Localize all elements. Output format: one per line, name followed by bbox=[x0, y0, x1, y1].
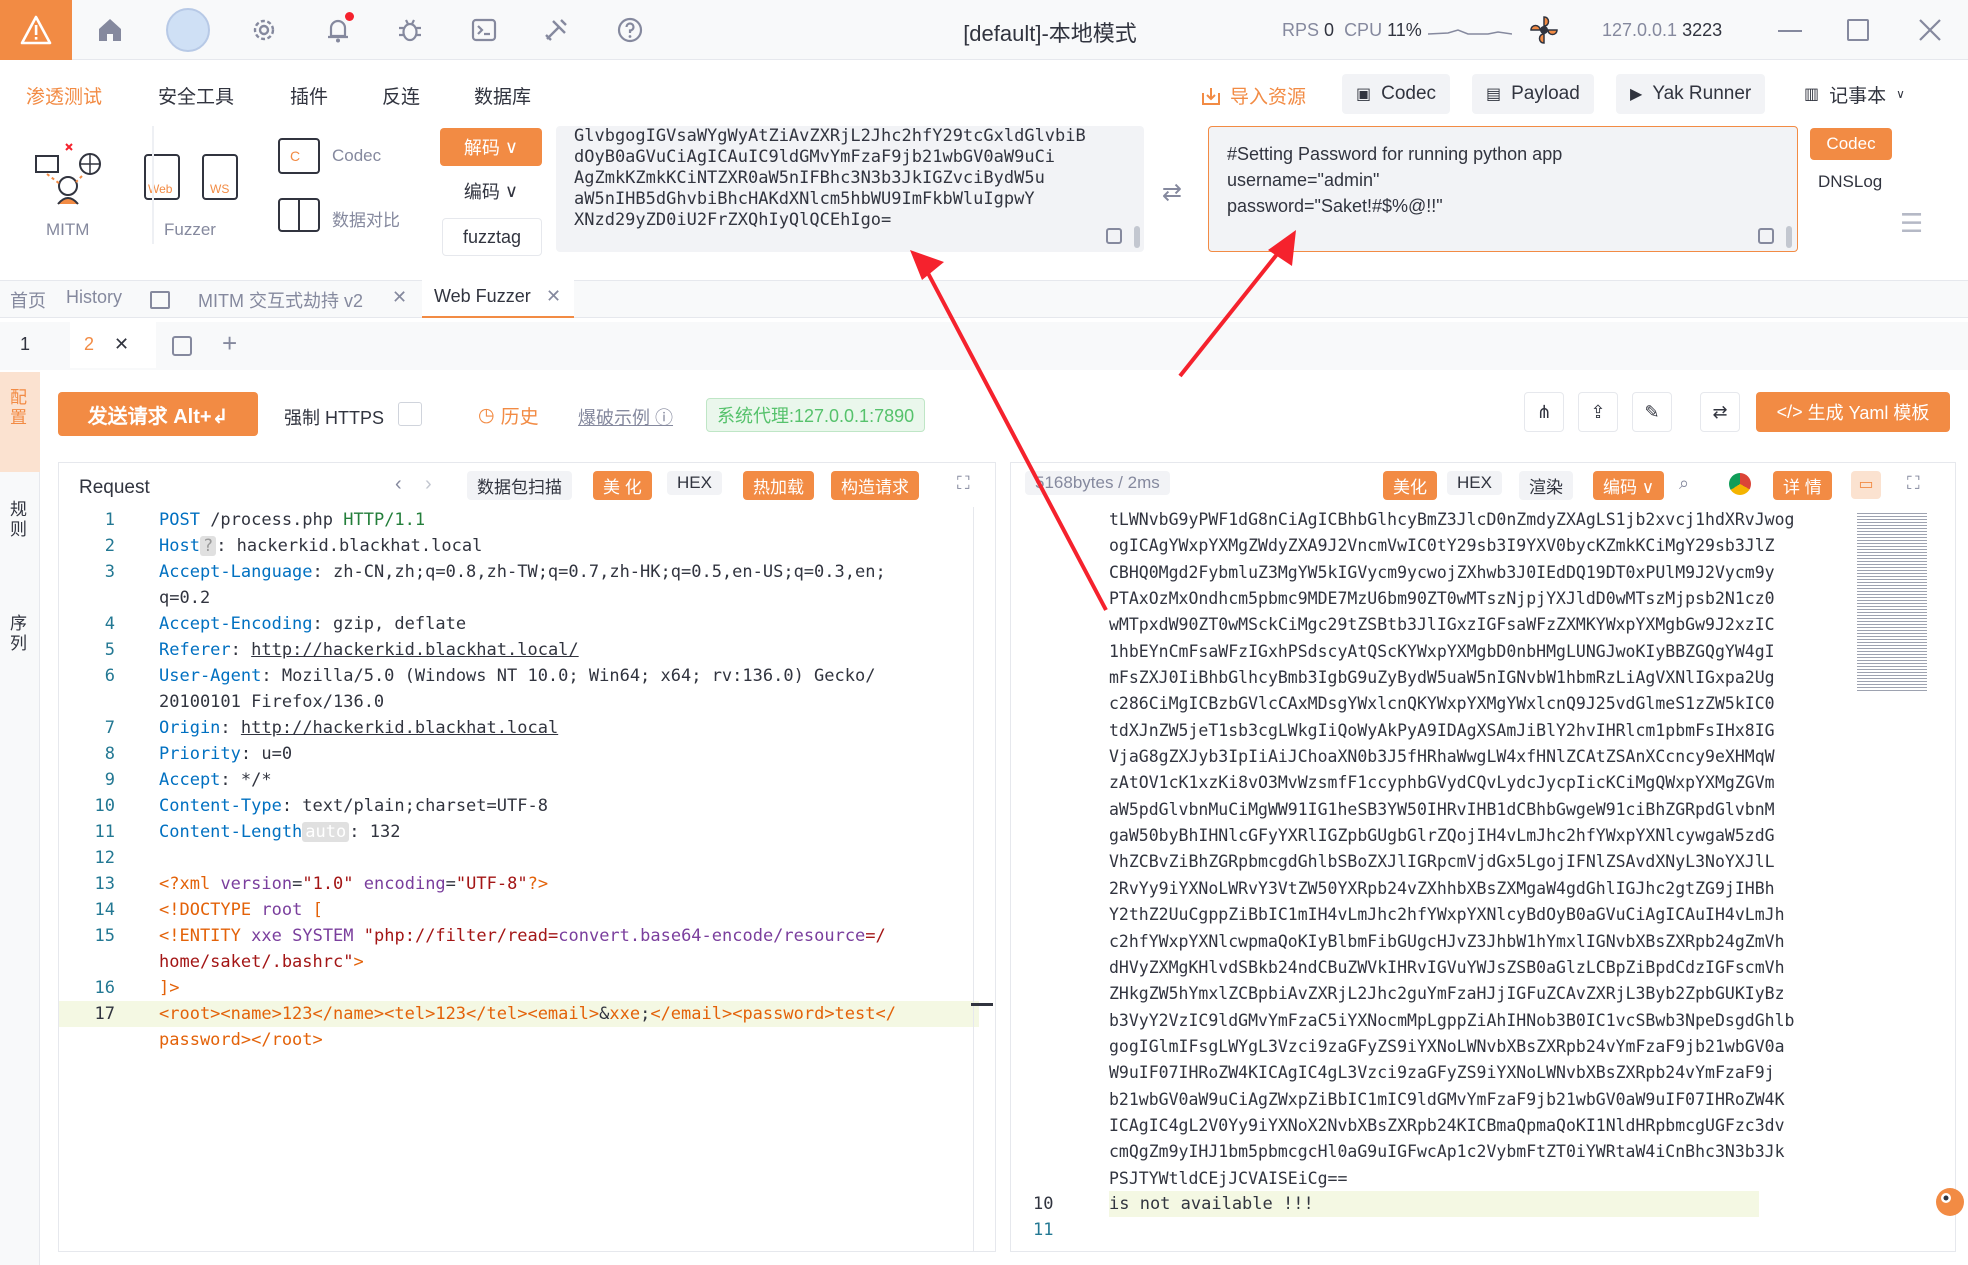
annotation-arrows bbox=[910, 230, 1296, 611]
